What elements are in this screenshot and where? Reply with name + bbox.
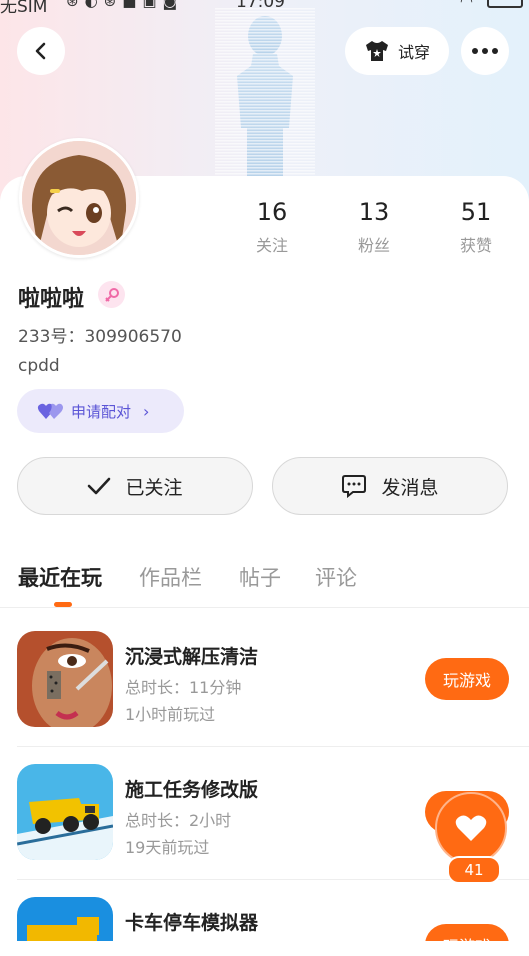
game-icon-cleaning: [17, 631, 113, 727]
following-label: 关注: [255, 236, 288, 255]
list-item[interactable]: 沉浸式解压清洁 总时长：11分钟 1小时前玩过 玩游戏: [0, 631, 529, 763]
game-duration: 总时长：2小时: [125, 811, 232, 830]
status-bar: 无SIM ⊛◐⊛■▣◙ 17:09 ◠: [0, 0, 529, 17]
game-last-played: 19天前玩过: [125, 838, 210, 857]
game-icon-construction: [17, 764, 113, 860]
play-game-button[interactable]: 玩游戏: [425, 658, 509, 700]
stat-following[interactable]: 16 关注: [227, 198, 317, 256]
tab-posts[interactable]: 帖子: [239, 562, 281, 592]
avatar-3d-figure: [215, 8, 315, 183]
likes-count: 51: [460, 198, 492, 226]
check-icon: [88, 477, 111, 495]
back-arrow-icon: [35, 42, 46, 60]
play-game-button[interactable]: 玩游戏: [425, 924, 509, 941]
following-count: 16: [256, 198, 288, 226]
avatar[interactable]: [19, 138, 139, 258]
user-id: 233号：309906570: [18, 327, 182, 347]
chat-bubble-icon: [342, 475, 367, 498]
followers-label: 粉丝: [357, 236, 390, 255]
game-last-played: 1小时前玩过: [125, 705, 216, 724]
list-item[interactable]: 卡车停车模拟器 玩游戏: [0, 897, 529, 941]
game-title: 沉浸式解压清洁: [125, 646, 259, 668]
stat-followers[interactable]: 13 粉丝: [329, 198, 419, 256]
battery-icon: [487, 0, 523, 8]
shirt-icon: [365, 41, 388, 61]
floating-like-button[interactable]: 41: [435, 792, 509, 884]
username: 啦啦啦: [18, 287, 85, 312]
tryon-button[interactable]: 试穿: [345, 27, 449, 75]
game-title: 施工任务修改版: [125, 779, 259, 801]
wifi-icon: ◠: [459, 0, 473, 10]
heart-pair-icon: [37, 403, 63, 419]
followed-label: 已关注: [125, 476, 183, 499]
game-duration: 总时长：11分钟: [125, 678, 242, 697]
game-icon-truck-parking: [17, 897, 113, 941]
user-bio: cpdd: [18, 356, 60, 376]
more-button[interactable]: [461, 27, 509, 75]
pair-request-label: 申请配对: [71, 402, 132, 421]
carrier-label: 无SIM: [0, 0, 48, 17]
notification-icons: ⊛◐⊛■▣◙: [66, 0, 184, 10]
back-button[interactable]: [17, 27, 65, 75]
clock: 17:09: [236, 0, 285, 12]
heart-icon: [455, 815, 487, 841]
anime-avatar-image: [22, 141, 136, 255]
game-title: 卡车停车模拟器: [125, 912, 259, 934]
message-label: 发消息: [381, 476, 439, 499]
pair-request-button[interactable]: 申请配对 ›: [17, 389, 184, 433]
like-count-badge: 41: [447, 856, 501, 884]
followers-count: 13: [358, 198, 390, 226]
stat-likes[interactable]: 51 获赞: [431, 198, 521, 256]
female-gender-icon: [98, 281, 125, 308]
row-divider: [17, 746, 529, 747]
more-dots-icon: [472, 48, 498, 54]
tab-comments[interactable]: 评论: [315, 562, 357, 592]
tab-recent-play[interactable]: 最近在玩: [18, 562, 102, 592]
like-circle[interactable]: [435, 792, 507, 864]
tab-divider: [0, 607, 529, 608]
tryon-label: 试穿: [397, 43, 430, 62]
tab-works[interactable]: 作品栏: [139, 562, 202, 592]
chevron-right-icon: ›: [143, 401, 150, 421]
followed-button[interactable]: 已关注: [17, 457, 253, 515]
likes-label: 获赞: [459, 236, 492, 255]
message-button[interactable]: 发消息: [272, 457, 508, 515]
